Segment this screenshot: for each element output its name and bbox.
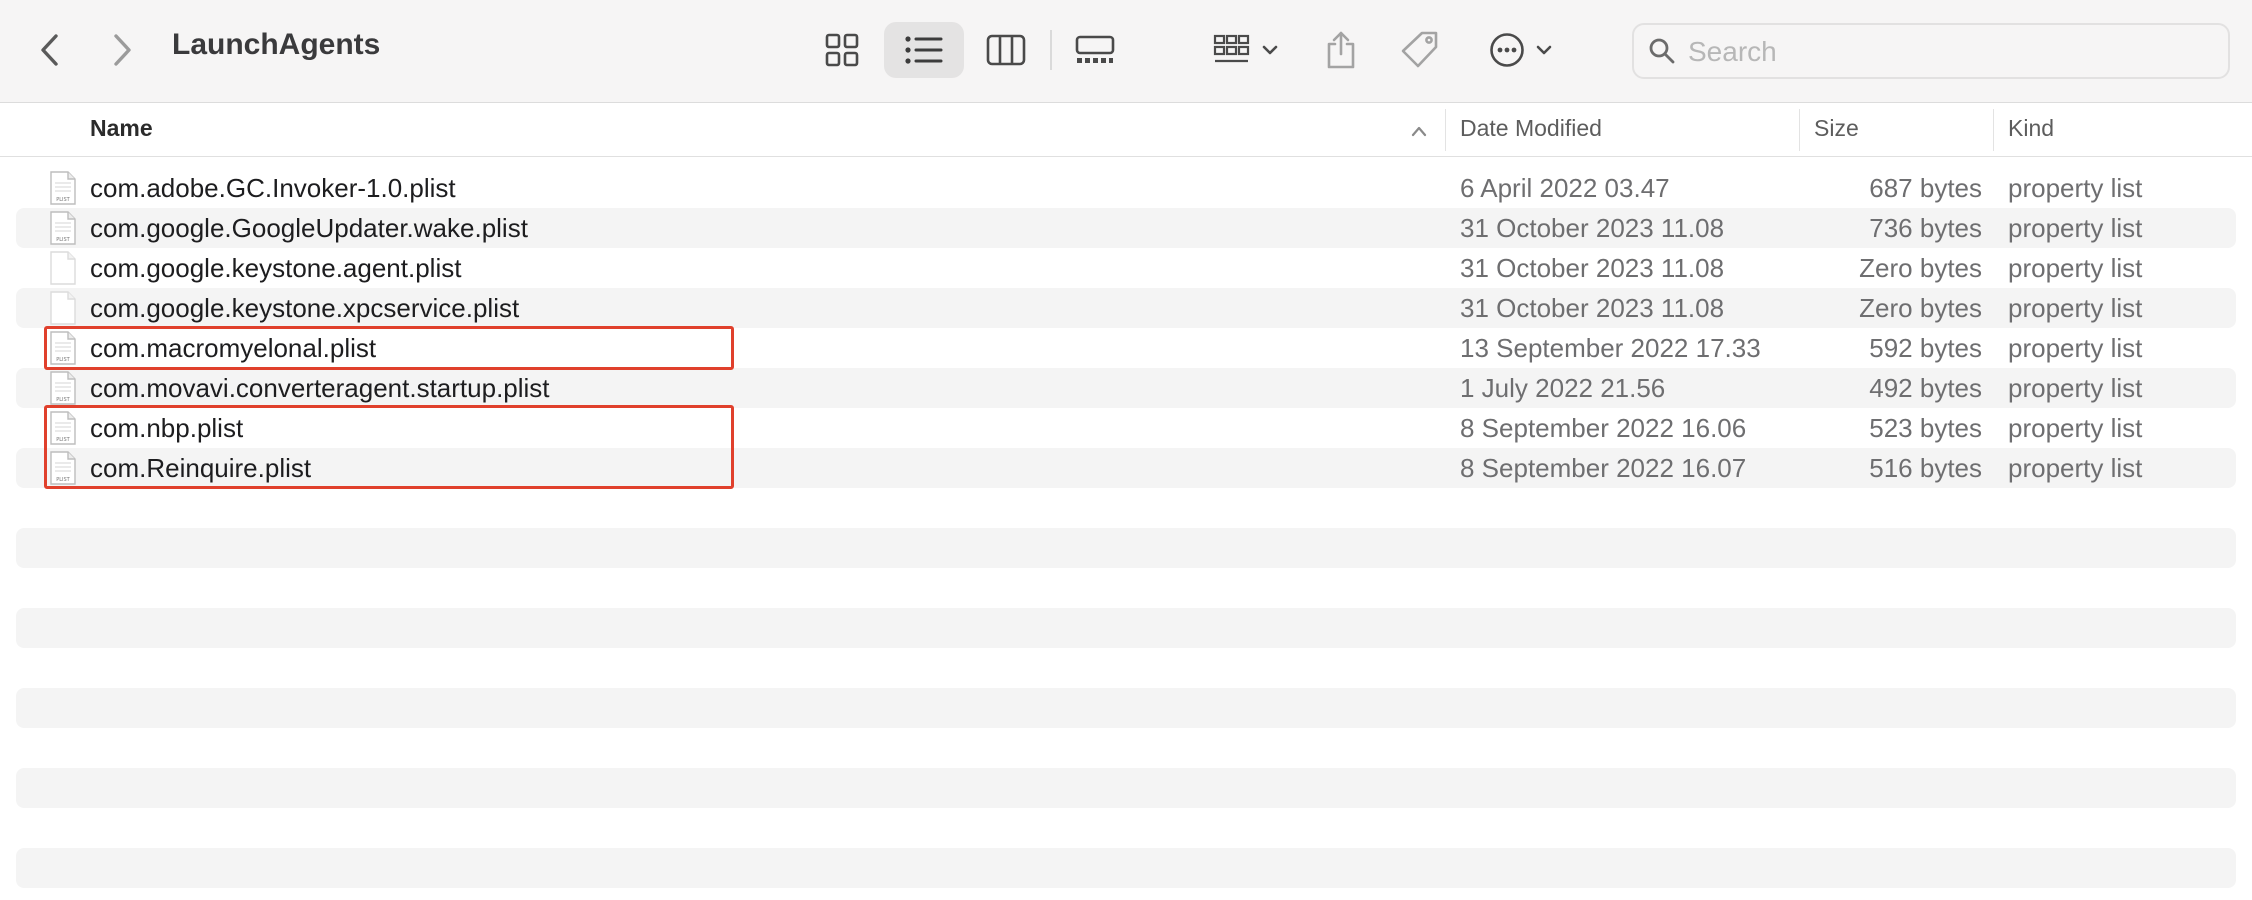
- column-divider[interactable]: [1993, 109, 1994, 151]
- gallery-view-button[interactable]: [1048, 22, 1142, 78]
- column-header-size[interactable]: Size: [1814, 115, 1859, 142]
- empty-row: [16, 688, 2236, 728]
- back-button[interactable]: [26, 24, 74, 76]
- search-icon: [1649, 38, 1675, 64]
- search-input[interactable]: [1686, 33, 2220, 71]
- tag-button[interactable]: [1392, 24, 1448, 76]
- table-row[interactable]: com.google.keystone.agent.plist 31 Octob…: [16, 248, 2236, 288]
- window-title: LaunchAgents: [172, 28, 381, 61]
- table-row[interactable]: PLIST com.adobe.GC.Invoker-1.0.plist 6 A…: [16, 168, 2236, 208]
- file-kind: property list: [2008, 373, 2143, 403]
- forward-button[interactable]: [98, 24, 146, 76]
- chevron-left-icon: [41, 34, 58, 66]
- list-view-icon: [905, 36, 943, 64]
- more-actions-button[interactable]: [1482, 24, 1560, 76]
- file-size: 492 bytes: [1869, 373, 1982, 403]
- plist-file-icon: PLIST: [50, 371, 76, 405]
- toolbar: LaunchAgents: [0, 0, 2252, 103]
- tag-icon: [1401, 31, 1438, 68]
- highlight-box: [44, 405, 734, 489]
- table-row[interactable]: PLIST com.google.GoogleUpdater.wake.plis…: [16, 208, 2236, 248]
- file-kind: property list: [2008, 253, 2143, 283]
- file-date: 31 October 2023 11.08: [1460, 293, 1725, 323]
- share-button[interactable]: [1316, 24, 1366, 76]
- sort-ascending-icon[interactable]: [1410, 125, 1428, 137]
- file-date: 6 April 2022 03.47: [1460, 173, 1670, 203]
- file-size: Zero bytes: [1859, 293, 1982, 323]
- file-kind: property list: [2008, 293, 2143, 323]
- icon-view-button[interactable]: [802, 22, 882, 78]
- ellipsis-circle-icon: [1490, 33, 1524, 67]
- file-kind: property list: [2008, 453, 2143, 483]
- group-by-icon: [1213, 34, 1250, 63]
- file-size: Zero bytes: [1859, 253, 1982, 283]
- plist-file-icon: PLIST: [50, 211, 76, 245]
- column-divider[interactable]: [1445, 109, 1446, 151]
- file-date: 31 October 2023 11.08: [1460, 253, 1725, 283]
- column-header: Name Date Modified Size Kind: [0, 103, 2252, 157]
- file-name: com.google.GoogleUpdater.wake.plist: [90, 213, 528, 243]
- column-header-date[interactable]: Date Modified: [1460, 115, 1602, 142]
- file-size: 592 bytes: [1869, 333, 1982, 363]
- group-by-button[interactable]: [1206, 26, 1286, 74]
- file-date: 8 September 2022 16.07: [1460, 453, 1747, 483]
- highlight-box: [44, 326, 734, 370]
- chevron-right-icon: [114, 34, 131, 66]
- column-header-kind[interactable]: Kind: [2008, 115, 2054, 142]
- file-kind: property list: [2008, 173, 2143, 203]
- chevron-down-icon: [1536, 45, 1552, 55]
- empty-row: [16, 848, 2236, 888]
- empty-row: [16, 528, 2236, 568]
- share-icon: [1327, 31, 1355, 69]
- file-size: 516 bytes: [1869, 453, 1982, 483]
- list-view-button[interactable]: [884, 22, 964, 78]
- blank-file-icon: [50, 291, 76, 325]
- empty-row: [16, 768, 2236, 808]
- file-size: 523 bytes: [1869, 413, 1982, 443]
- file-date: 1 July 2022 21.56: [1460, 373, 1666, 403]
- file-kind: property list: [2008, 213, 2143, 243]
- file-size: 687 bytes: [1869, 173, 1982, 203]
- blank-file-icon: [50, 251, 76, 285]
- file-kind: property list: [2008, 413, 2143, 443]
- svg-text:PLIST: PLIST: [56, 237, 70, 243]
- file-name: com.adobe.GC.Invoker-1.0.plist: [90, 173, 456, 203]
- empty-row: [16, 608, 2236, 648]
- file-date: 31 October 2023 11.08: [1460, 213, 1725, 243]
- svg-text:PLIST: PLIST: [56, 197, 70, 203]
- gallery-view-icon: [1075, 35, 1115, 63]
- column-divider[interactable]: [1799, 109, 1800, 151]
- file-date: 8 September 2022 16.06: [1460, 413, 1747, 443]
- column-view-button[interactable]: [966, 22, 1046, 78]
- table-row[interactable]: PLIST com.movavi.converteragent.startup.…: [16, 368, 2236, 408]
- file-size: 736 bytes: [1869, 213, 1982, 243]
- table-row[interactable]: com.google.keystone.xpcservice.plist 31 …: [16, 288, 2236, 328]
- svg-text:PLIST: PLIST: [56, 397, 70, 403]
- file-name: com.google.keystone.xpcservice.plist: [90, 293, 520, 323]
- file-date: 13 September 2022 17.33: [1460, 333, 1761, 363]
- chevron-down-icon: [1262, 45, 1278, 55]
- file-kind: property list: [2008, 333, 2143, 363]
- grid-view-icon: [825, 33, 859, 67]
- file-name: com.movavi.converteragent.startup.plist: [90, 373, 550, 403]
- column-header-name[interactable]: Name: [90, 115, 153, 142]
- search-field[interactable]: [1632, 23, 2230, 79]
- column-view-icon: [986, 34, 1026, 66]
- file-name: com.google.keystone.agent.plist: [90, 253, 462, 283]
- plist-file-icon: PLIST: [50, 171, 76, 205]
